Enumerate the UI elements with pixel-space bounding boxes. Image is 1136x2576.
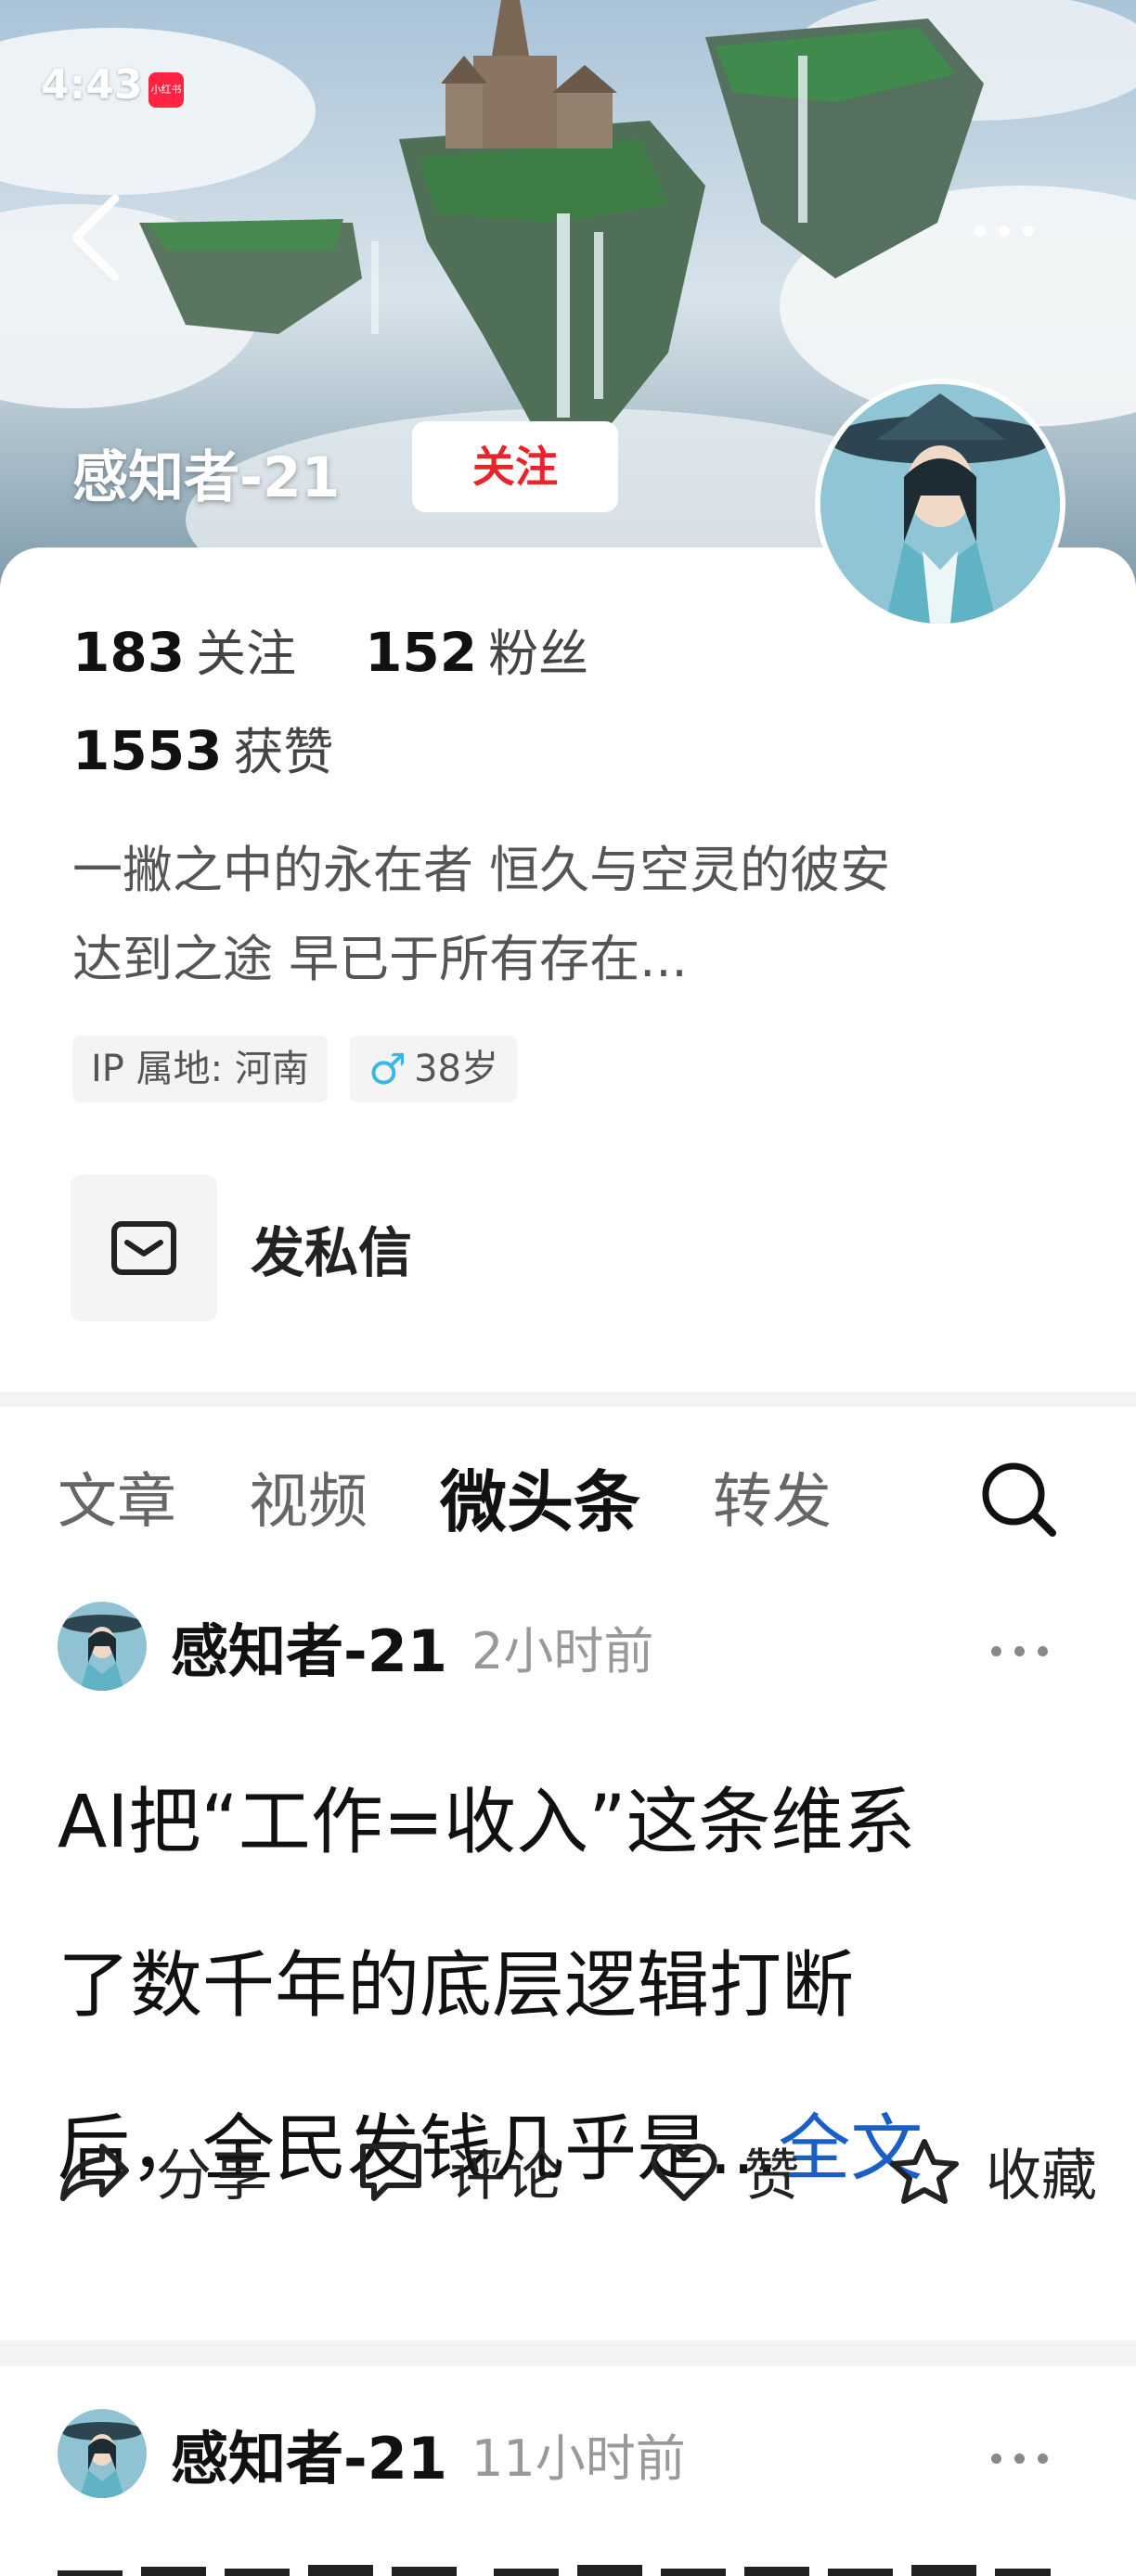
post-time: 11小时前 <box>471 2428 686 2488</box>
avatar[interactable] <box>58 2409 147 2498</box>
more-dot-icon <box>1014 2454 1025 2464</box>
truncated-text-shape <box>58 2565 1051 2576</box>
chevron-left-icon <box>71 194 120 281</box>
share-label: 分享 <box>156 2144 267 2209</box>
tab-micro-posts[interactable]: 微头条 <box>440 1448 640 1545</box>
more-dot-icon <box>991 1646 1001 1656</box>
favorite-label: 收藏 <box>985 2144 1097 2209</box>
content-tabs: 文章 视频 微头条 转发 <box>58 1448 832 1545</box>
like-label: 赞 <box>743 2144 800 2209</box>
post-text-line: AI把“工作=收入”这条维系 <box>58 1781 916 1864</box>
comment-icon <box>359 2143 421 2201</box>
more-dot-icon <box>1038 1646 1048 1656</box>
profile-card: 183 关注 152 粉丝 1553 获赞 一撇之中的永在者 恒久与空灵的彼安 … <box>0 547 1136 1392</box>
star-icon <box>889 2138 959 2204</box>
more-dot-icon <box>999 225 1010 237</box>
post-author[interactable]: 感知者-21 <box>171 1604 447 1688</box>
envelope-icon <box>111 1221 176 1275</box>
comment-button[interactable]: 评论 <box>355 2131 562 2211</box>
post-text-cutoff <box>58 2546 1060 2576</box>
post-author[interactable]: 感知者-21 <box>171 2412 447 2495</box>
section-divider <box>0 1392 1136 1407</box>
send-message-button[interactable]: 发私信 <box>71 1175 412 1321</box>
following-count: 183 <box>72 621 186 684</box>
post-text-line: 了数千年的底层逻辑打断 <box>58 1944 855 2028</box>
comment-label: 评论 <box>449 2144 562 2209</box>
more-dot-icon <box>975 225 986 237</box>
age-label: 38岁 <box>414 1048 498 1090</box>
profile-tags: IP 属地: 河南 ♂ 38岁 <box>72 1036 517 1102</box>
more-dot-icon <box>1038 2454 1048 2464</box>
likes-label: 获赞 <box>233 723 334 781</box>
section-divider <box>0 2340 1136 2366</box>
more-dot-icon <box>991 2454 1001 2464</box>
more-dot-icon <box>1014 1646 1025 1656</box>
app-notification-icon: 小红书 <box>148 72 184 108</box>
likes-count: 1553 <box>72 719 223 782</box>
message-icon-box <box>71 1175 217 1321</box>
share-icon <box>60 2143 129 2201</box>
status-time: 4:43 <box>41 61 143 109</box>
send-message-label: 发私信 <box>251 1221 413 1284</box>
likes-stat: 1553 获赞 <box>72 711 333 784</box>
tab-videos[interactable]: 视频 <box>249 1454 368 1539</box>
following-stat[interactable]: 183 关注 <box>72 612 296 686</box>
avatar[interactable] <box>58 1602 147 1691</box>
gender-age-tag: ♂ 38岁 <box>349 1036 517 1102</box>
followers-count: 152 <box>365 621 478 684</box>
post-more-button[interactable] <box>991 1642 1065 1661</box>
search-button[interactable] <box>978 1459 1058 1539</box>
bio-line: 一撇之中的永在者 恒久与空灵的彼安 <box>72 841 891 899</box>
avatar-image <box>58 2409 147 2498</box>
following-label: 关注 <box>196 625 297 683</box>
share-button[interactable]: 分享 <box>58 2131 267 2211</box>
back-button[interactable] <box>67 191 132 284</box>
search-icon <box>982 1462 1056 1537</box>
like-button[interactable]: 赞 <box>649 2131 799 2211</box>
post-header: 感知者-21 2小时前 <box>58 1602 653 1691</box>
heart-icon <box>651 2143 717 2201</box>
avatar-image <box>820 384 1060 624</box>
male-icon: ♂ <box>368 1044 407 1094</box>
bio-line: 达到之途 早已于所有存在... <box>72 930 688 988</box>
more-options-button[interactable] <box>975 223 1058 251</box>
followers-stat[interactable]: 152 粉丝 <box>365 612 588 686</box>
profile-bio[interactable]: 一撇之中的永在者 恒久与空灵的彼安 达到之途 早已于所有存在... <box>72 826 1056 1004</box>
stats-row: 183 关注 152 粉丝 <box>72 612 588 686</box>
avatar-image <box>58 1602 147 1691</box>
post-header: 感知者-21 11小时前 <box>58 2409 686 2498</box>
followers-label: 粉丝 <box>488 625 589 683</box>
avatar[interactable] <box>815 379 1065 629</box>
post-time: 2小时前 <box>471 1621 654 1681</box>
post-more-button[interactable] <box>991 2450 1065 2468</box>
tab-articles[interactable]: 文章 <box>58 1454 176 1539</box>
profile-name: 感知者-21 <box>72 445 341 510</box>
post-actions: 分享 评论 赞 收藏 <box>58 2131 1097 2211</box>
ip-location-tag: IP 属地: 河南 <box>72 1036 328 1102</box>
follow-button[interactable]: 关注 <box>412 421 618 512</box>
more-dot-icon <box>1023 225 1034 237</box>
tab-reposts[interactable]: 转发 <box>713 1454 832 1539</box>
favorite-button[interactable]: 收藏 <box>887 2131 1097 2211</box>
